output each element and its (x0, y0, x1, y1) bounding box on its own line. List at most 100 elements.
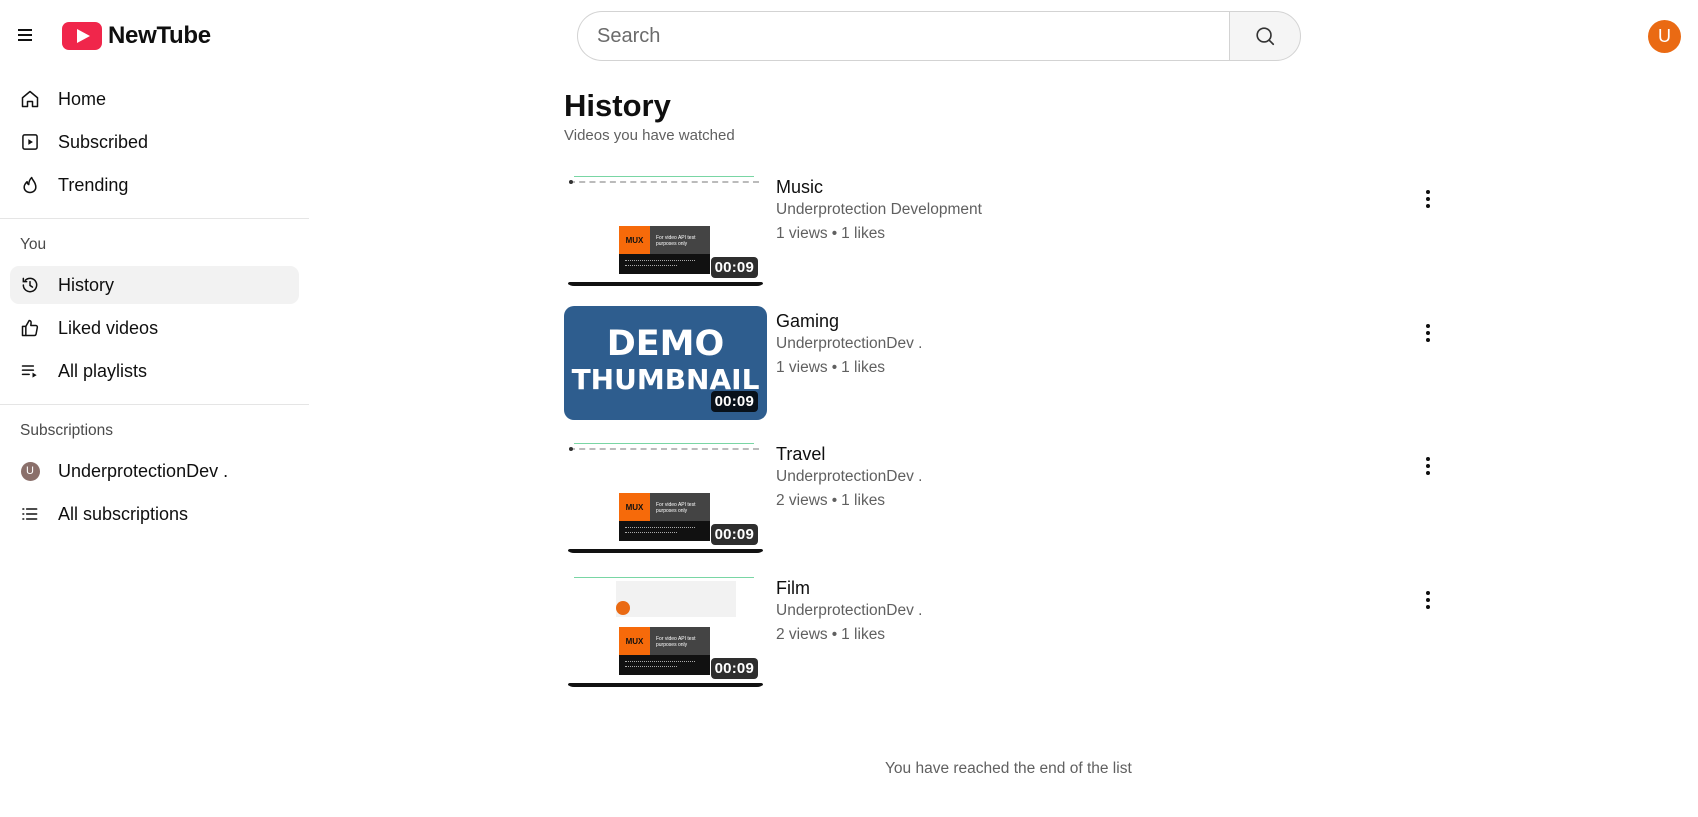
sidebar-item-label: All playlists (58, 360, 148, 381)
video-title[interactable]: Gaming (776, 311, 839, 332)
duration-badge: 00:09 (710, 391, 758, 412)
sidebar-item-label: Trending (58, 174, 129, 195)
subscriptions-icon (20, 132, 40, 152)
video-thumbnail[interactable]: MUX For video API test purposes only 00:… (564, 172, 767, 286)
mux-caption: For video API test purposes only (656, 636, 696, 648)
sidebar-item-all-subscriptions[interactable]: All subscriptions (10, 495, 299, 533)
sidebar-item-label: Liked videos (58, 317, 159, 338)
sidebar-item-trending[interactable]: Trending (10, 166, 299, 204)
sidebar-item-subscribed[interactable]: Subscribed (10, 123, 299, 161)
search-icon (1256, 27, 1275, 46)
search-input[interactable] (577, 11, 1229, 61)
separator-dot: • (831, 225, 838, 242)
thumbnail-avatar (616, 601, 630, 615)
video-title[interactable]: Film (776, 578, 810, 599)
video-stats: 2 views • 1 likes (776, 492, 885, 510)
channel-avatar: U (20, 461, 40, 481)
user-avatar[interactable]: U (1648, 20, 1681, 53)
view-count: 2 views (776, 626, 828, 643)
mux-logo-block: MUX For video API test purposes only (619, 226, 710, 254)
sidebar-item-label: All subscriptions (58, 503, 189, 524)
video-title[interactable]: Music (776, 177, 823, 198)
video-item: DEMO THUMBNAIL 00:09 Gaming Underprotect… (564, 306, 1444, 420)
video-thumbnail[interactable]: MUX For video API test purposes only 00:… (564, 439, 767, 553)
video-channel[interactable]: Underprotection Development (776, 201, 982, 219)
mux-logo-block: MUX For video API test purposes only (619, 493, 710, 521)
sidebar-item-label: UnderprotectionDev . (58, 460, 229, 481)
thumbnail-graphic (574, 443, 754, 444)
thumbnail-graphic (569, 447, 759, 451)
video-thumbnail[interactable]: DEMO THUMBNAIL 00:09 (564, 306, 767, 420)
home-icon (20, 89, 40, 109)
sidebar-divider (0, 404, 309, 405)
mux-logo: MUX (619, 226, 650, 254)
channel-avatar-initial: U (20, 461, 40, 481)
section-title-subscriptions: Subscriptions (20, 422, 114, 439)
more-options-icon[interactable] (1421, 589, 1435, 611)
search-bar (577, 11, 1301, 61)
play-logo-icon (62, 22, 102, 50)
like-count: 1 likes (841, 359, 886, 376)
thumbnail-graphic (568, 683, 763, 687)
page-title: History (564, 88, 671, 123)
view-count: 1 views (776, 359, 828, 376)
sidebar-item-history[interactable]: History (10, 266, 299, 304)
like-count: 1 likes (841, 626, 886, 643)
video-title[interactable]: Travel (776, 444, 825, 465)
thumbnail-graphic (574, 577, 754, 578)
separator-dot: • (831, 359, 838, 376)
sidebar-item-label: Home (58, 88, 107, 109)
thumbnail-graphic (619, 655, 710, 675)
separator-dot: • (831, 626, 838, 643)
flame-icon (20, 175, 40, 195)
video-stats: 2 views • 1 likes (776, 626, 885, 644)
duration-badge: 00:09 (710, 658, 758, 679)
history-icon (20, 275, 40, 295)
sidebar: Home Subscribed Trending You History Lik… (0, 80, 309, 538)
thumbnail-graphic (619, 254, 710, 274)
list-icon (20, 504, 40, 524)
thumbnail-graphic (619, 521, 710, 541)
search-button[interactable] (1229, 11, 1301, 61)
more-options-icon[interactable] (1421, 455, 1435, 477)
page-subtitle: Videos you have watched (564, 127, 735, 144)
video-thumbnail[interactable]: MUX For video API test purposes only 00:… (564, 573, 767, 687)
logo[interactable]: NewTube (62, 22, 211, 50)
video-item: MUX For video API test purposes only 00:… (564, 439, 1444, 553)
end-of-list-message: You have reached the end of the list (885, 760, 1132, 777)
video-stats: 1 views • 1 likes (776, 225, 885, 243)
mux-logo: MUX (619, 493, 650, 521)
sidebar-item-label: History (58, 274, 115, 295)
view-count: 2 views (776, 492, 828, 509)
sidebar-item-channel-underprotectiondev[interactable]: U UnderprotectionDev . (10, 452, 299, 490)
sidebar-item-liked-videos[interactable]: Liked videos (10, 309, 299, 347)
video-item: MUX For video API test purposes only 00:… (564, 573, 1444, 687)
brand-name: NewTube (108, 22, 211, 49)
sidebar-item-home[interactable]: Home (10, 80, 299, 118)
video-channel[interactable]: UnderprotectionDev . (776, 602, 922, 620)
duration-badge: 00:09 (710, 257, 758, 278)
sidebar-item-label: Subscribed (58, 131, 149, 152)
like-count: 1 likes (841, 492, 886, 509)
hamburger-menu-icon[interactable] (18, 27, 34, 43)
thumbnail-graphic (616, 581, 736, 617)
duration-badge: 00:09 (710, 524, 758, 545)
sidebar-divider (0, 218, 309, 219)
more-options-icon[interactable] (1421, 188, 1435, 210)
video-channel[interactable]: UnderprotectionDev . (776, 468, 922, 486)
thumbs-up-icon (20, 318, 40, 338)
playlist-icon (20, 361, 40, 381)
mux-logo-block: MUX For video API test purposes only (619, 627, 710, 655)
mux-logo: MUX (619, 627, 650, 655)
thumbnail-graphic (574, 176, 754, 177)
mux-caption: For video API test purposes only (656, 502, 696, 514)
more-options-icon[interactable] (1421, 322, 1435, 344)
thumbnail-graphic (568, 549, 763, 553)
sidebar-item-all-playlists[interactable]: All playlists (10, 352, 299, 390)
video-channel[interactable]: UnderprotectionDev . (776, 335, 922, 353)
separator-dot: • (831, 492, 838, 509)
section-title-you: You (20, 236, 47, 253)
thumbnail-graphic (569, 180, 759, 184)
mux-caption: For video API test purposes only (656, 235, 696, 247)
view-count: 1 views (776, 225, 828, 242)
